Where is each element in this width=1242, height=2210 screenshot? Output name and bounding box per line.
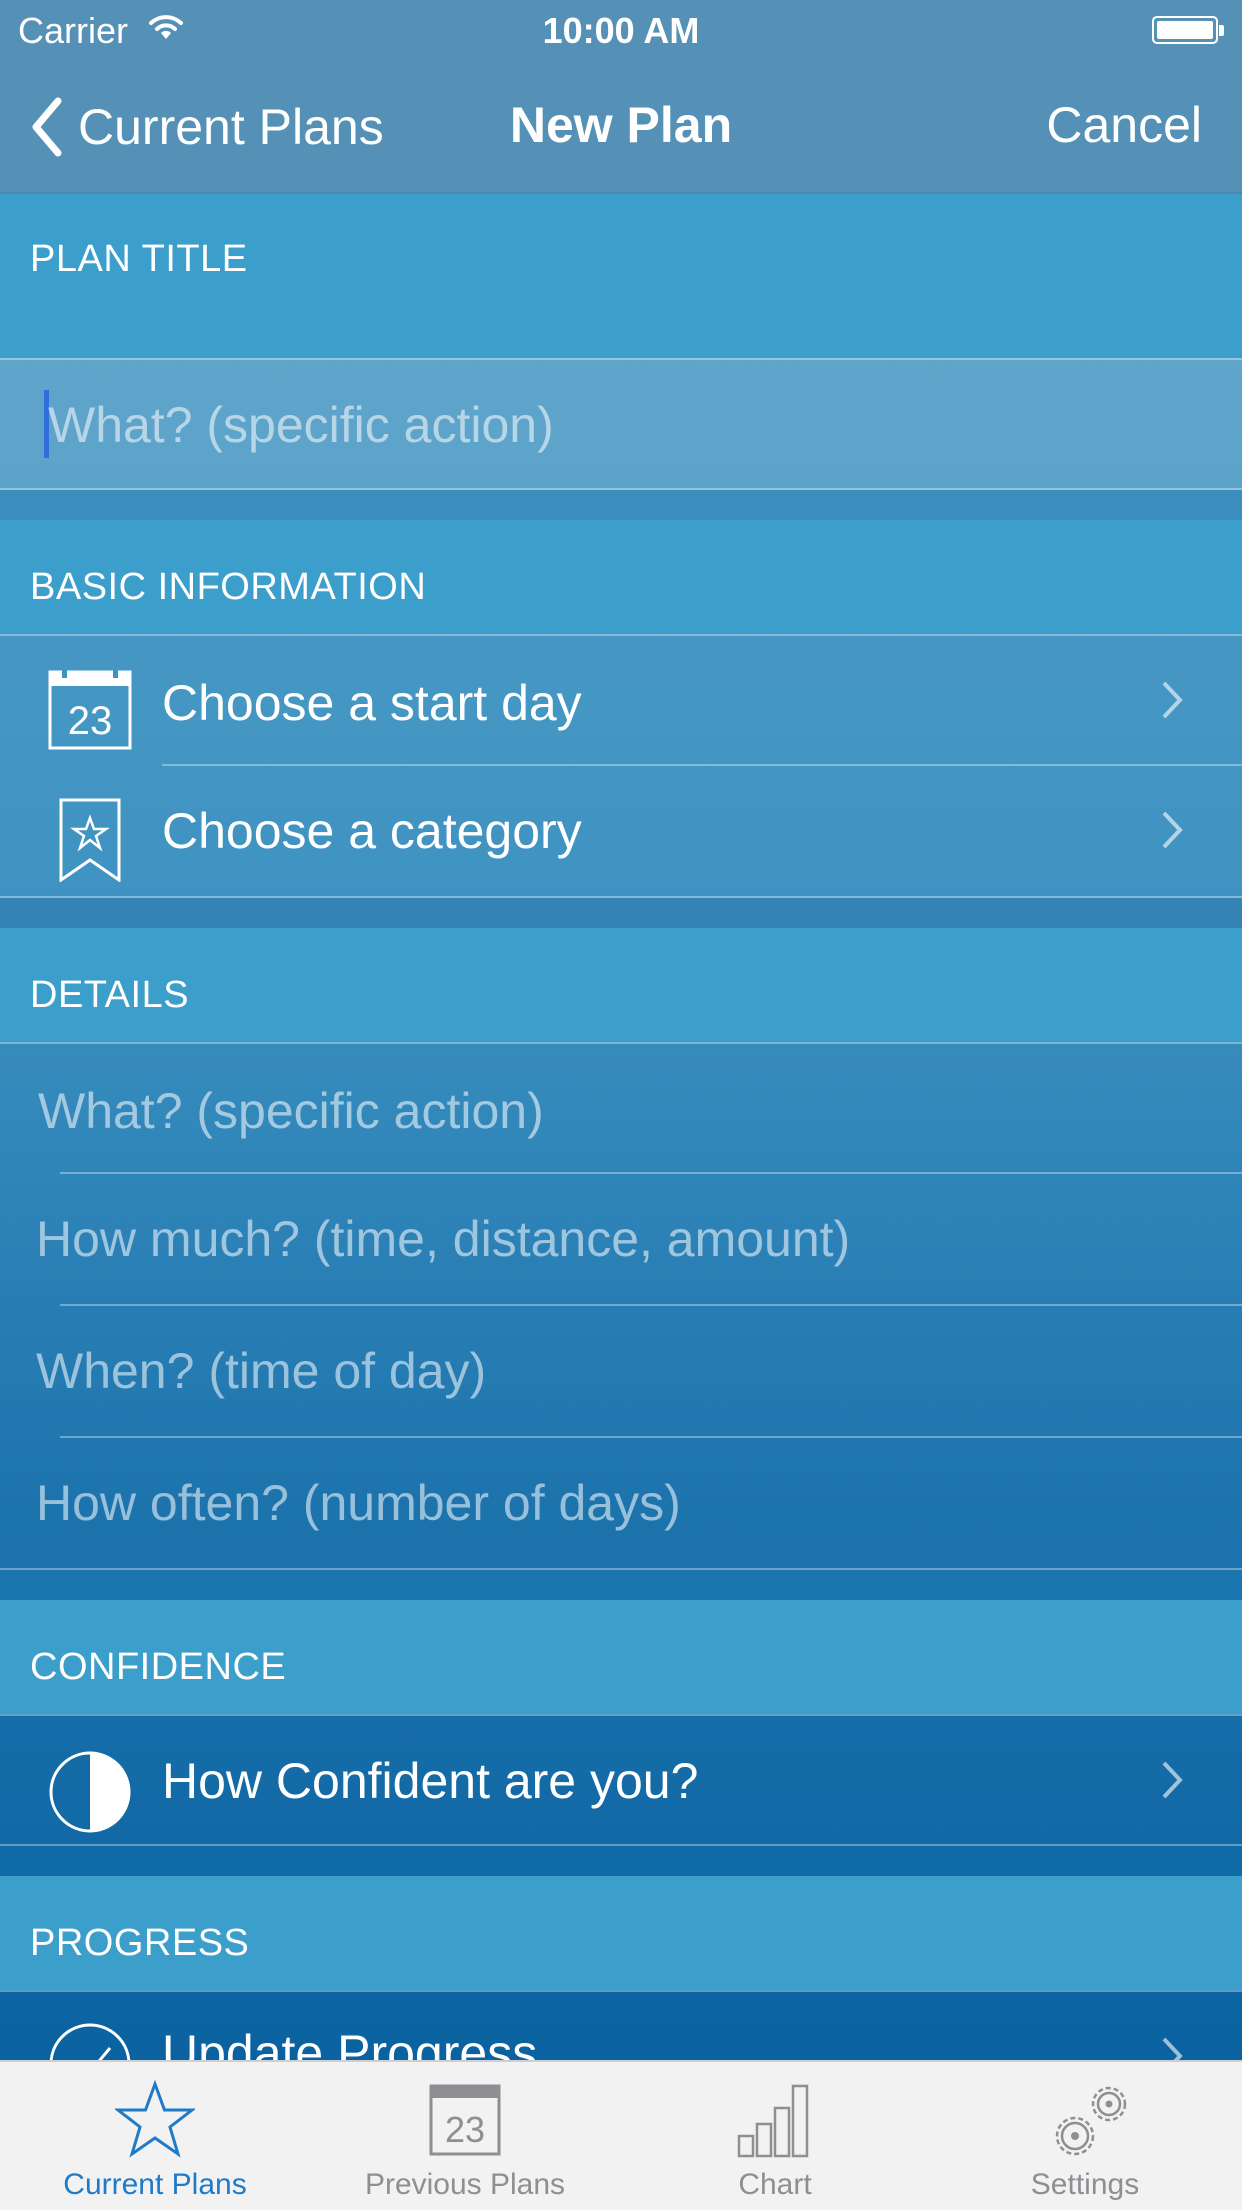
tab-label: Settings bbox=[1030, 2168, 1140, 2201]
gears-icon bbox=[1055, 2086, 1127, 2156]
details-when-field[interactable]: When? (time of day) bbox=[0, 1306, 1242, 1436]
tab-label: Chart bbox=[738, 2168, 812, 2201]
details-when-placeholder: When? (time of day) bbox=[36, 1343, 487, 1399]
category-row[interactable]: Choose a category bbox=[0, 766, 1242, 896]
tab-chart[interactable]: Chart bbox=[620, 2062, 930, 2210]
details-how-much-placeholder: How much? (time, distance, amount) bbox=[36, 1211, 851, 1267]
tab-settings[interactable]: Settings bbox=[930, 2062, 1240, 2210]
tab-label: Current Plans bbox=[63, 2168, 247, 2201]
half-circle-icon bbox=[48, 1750, 132, 1839]
update-progress-row[interactable]: Update Progress bbox=[0, 1990, 1242, 2060]
tab-previous-plans[interactable]: 23 Previous Plans bbox=[310, 2062, 620, 2210]
plan-title-placeholder: What? (specific action) bbox=[48, 397, 554, 453]
plan-title-input[interactable]: What? (specific action) bbox=[0, 358, 1242, 490]
start-day-label: Choose a start day bbox=[162, 675, 582, 731]
navigation-bar: Carrier 10:00 AM Current Plans New Plan … bbox=[0, 0, 1242, 194]
confidence-label: How Confident are you? bbox=[162, 1753, 699, 1809]
cancel-button[interactable]: Cancel bbox=[1046, 96, 1202, 154]
calendar-icon: 23 bbox=[429, 2084, 501, 2156]
start-day-row[interactable]: 23 Choose a start day bbox=[0, 634, 1242, 766]
status-time: 10:00 AM bbox=[542, 10, 700, 51]
chevron-right-icon bbox=[1160, 2036, 1184, 2060]
category-label: Choose a category bbox=[162, 803, 582, 859]
details-how-often-field[interactable]: How often? (number of days) bbox=[0, 1438, 1242, 1568]
confidence-section-header: CONFIDENCE bbox=[0, 1600, 1242, 1714]
chevron-right-icon bbox=[1160, 810, 1184, 855]
section-gap bbox=[0, 490, 1242, 520]
svg-text:23: 23 bbox=[445, 2109, 485, 2150]
chevron-right-icon bbox=[1160, 680, 1184, 725]
bar-chart-icon bbox=[737, 2084, 809, 2158]
section-gap bbox=[0, 1846, 1242, 1876]
progress-section-header: PROGRESS bbox=[0, 1876, 1242, 1990]
details-how-much-field[interactable]: How much? (time, distance, amount) bbox=[0, 1174, 1242, 1304]
details-what-placeholder: What? (specific action) bbox=[38, 1083, 544, 1139]
basic-information-section-header: BASIC INFORMATION bbox=[0, 520, 1242, 634]
ribbon-star-icon bbox=[58, 798, 122, 887]
tab-label: Previous Plans bbox=[364, 2168, 566, 2201]
details-section-header: DETAILS bbox=[0, 928, 1242, 1042]
details-what-field[interactable]: What? (specific action) bbox=[0, 1042, 1242, 1172]
details-how-often-placeholder: How often? (number of days) bbox=[36, 1475, 681, 1531]
chevron-right-icon bbox=[1160, 1760, 1184, 1805]
star-icon bbox=[115, 2080, 195, 2158]
tab-bar: Current Plans 23 Previous Plans Chart Se… bbox=[0, 2060, 1242, 2210]
tab-current-plans[interactable]: Current Plans bbox=[0, 2062, 310, 2210]
calendar-icon: 23 bbox=[48, 670, 132, 755]
svg-text:23: 23 bbox=[68, 699, 113, 743]
check-circle-icon bbox=[48, 2022, 132, 2060]
confidence-row[interactable]: How Confident are you? bbox=[0, 1714, 1242, 1844]
update-progress-label: Update Progress bbox=[162, 2025, 538, 2060]
section-gap bbox=[0, 898, 1242, 928]
battery-icon bbox=[1152, 16, 1224, 44]
section-gap bbox=[0, 1570, 1242, 1600]
plan-title-section-header: PLAN TITLE bbox=[0, 194, 1242, 358]
